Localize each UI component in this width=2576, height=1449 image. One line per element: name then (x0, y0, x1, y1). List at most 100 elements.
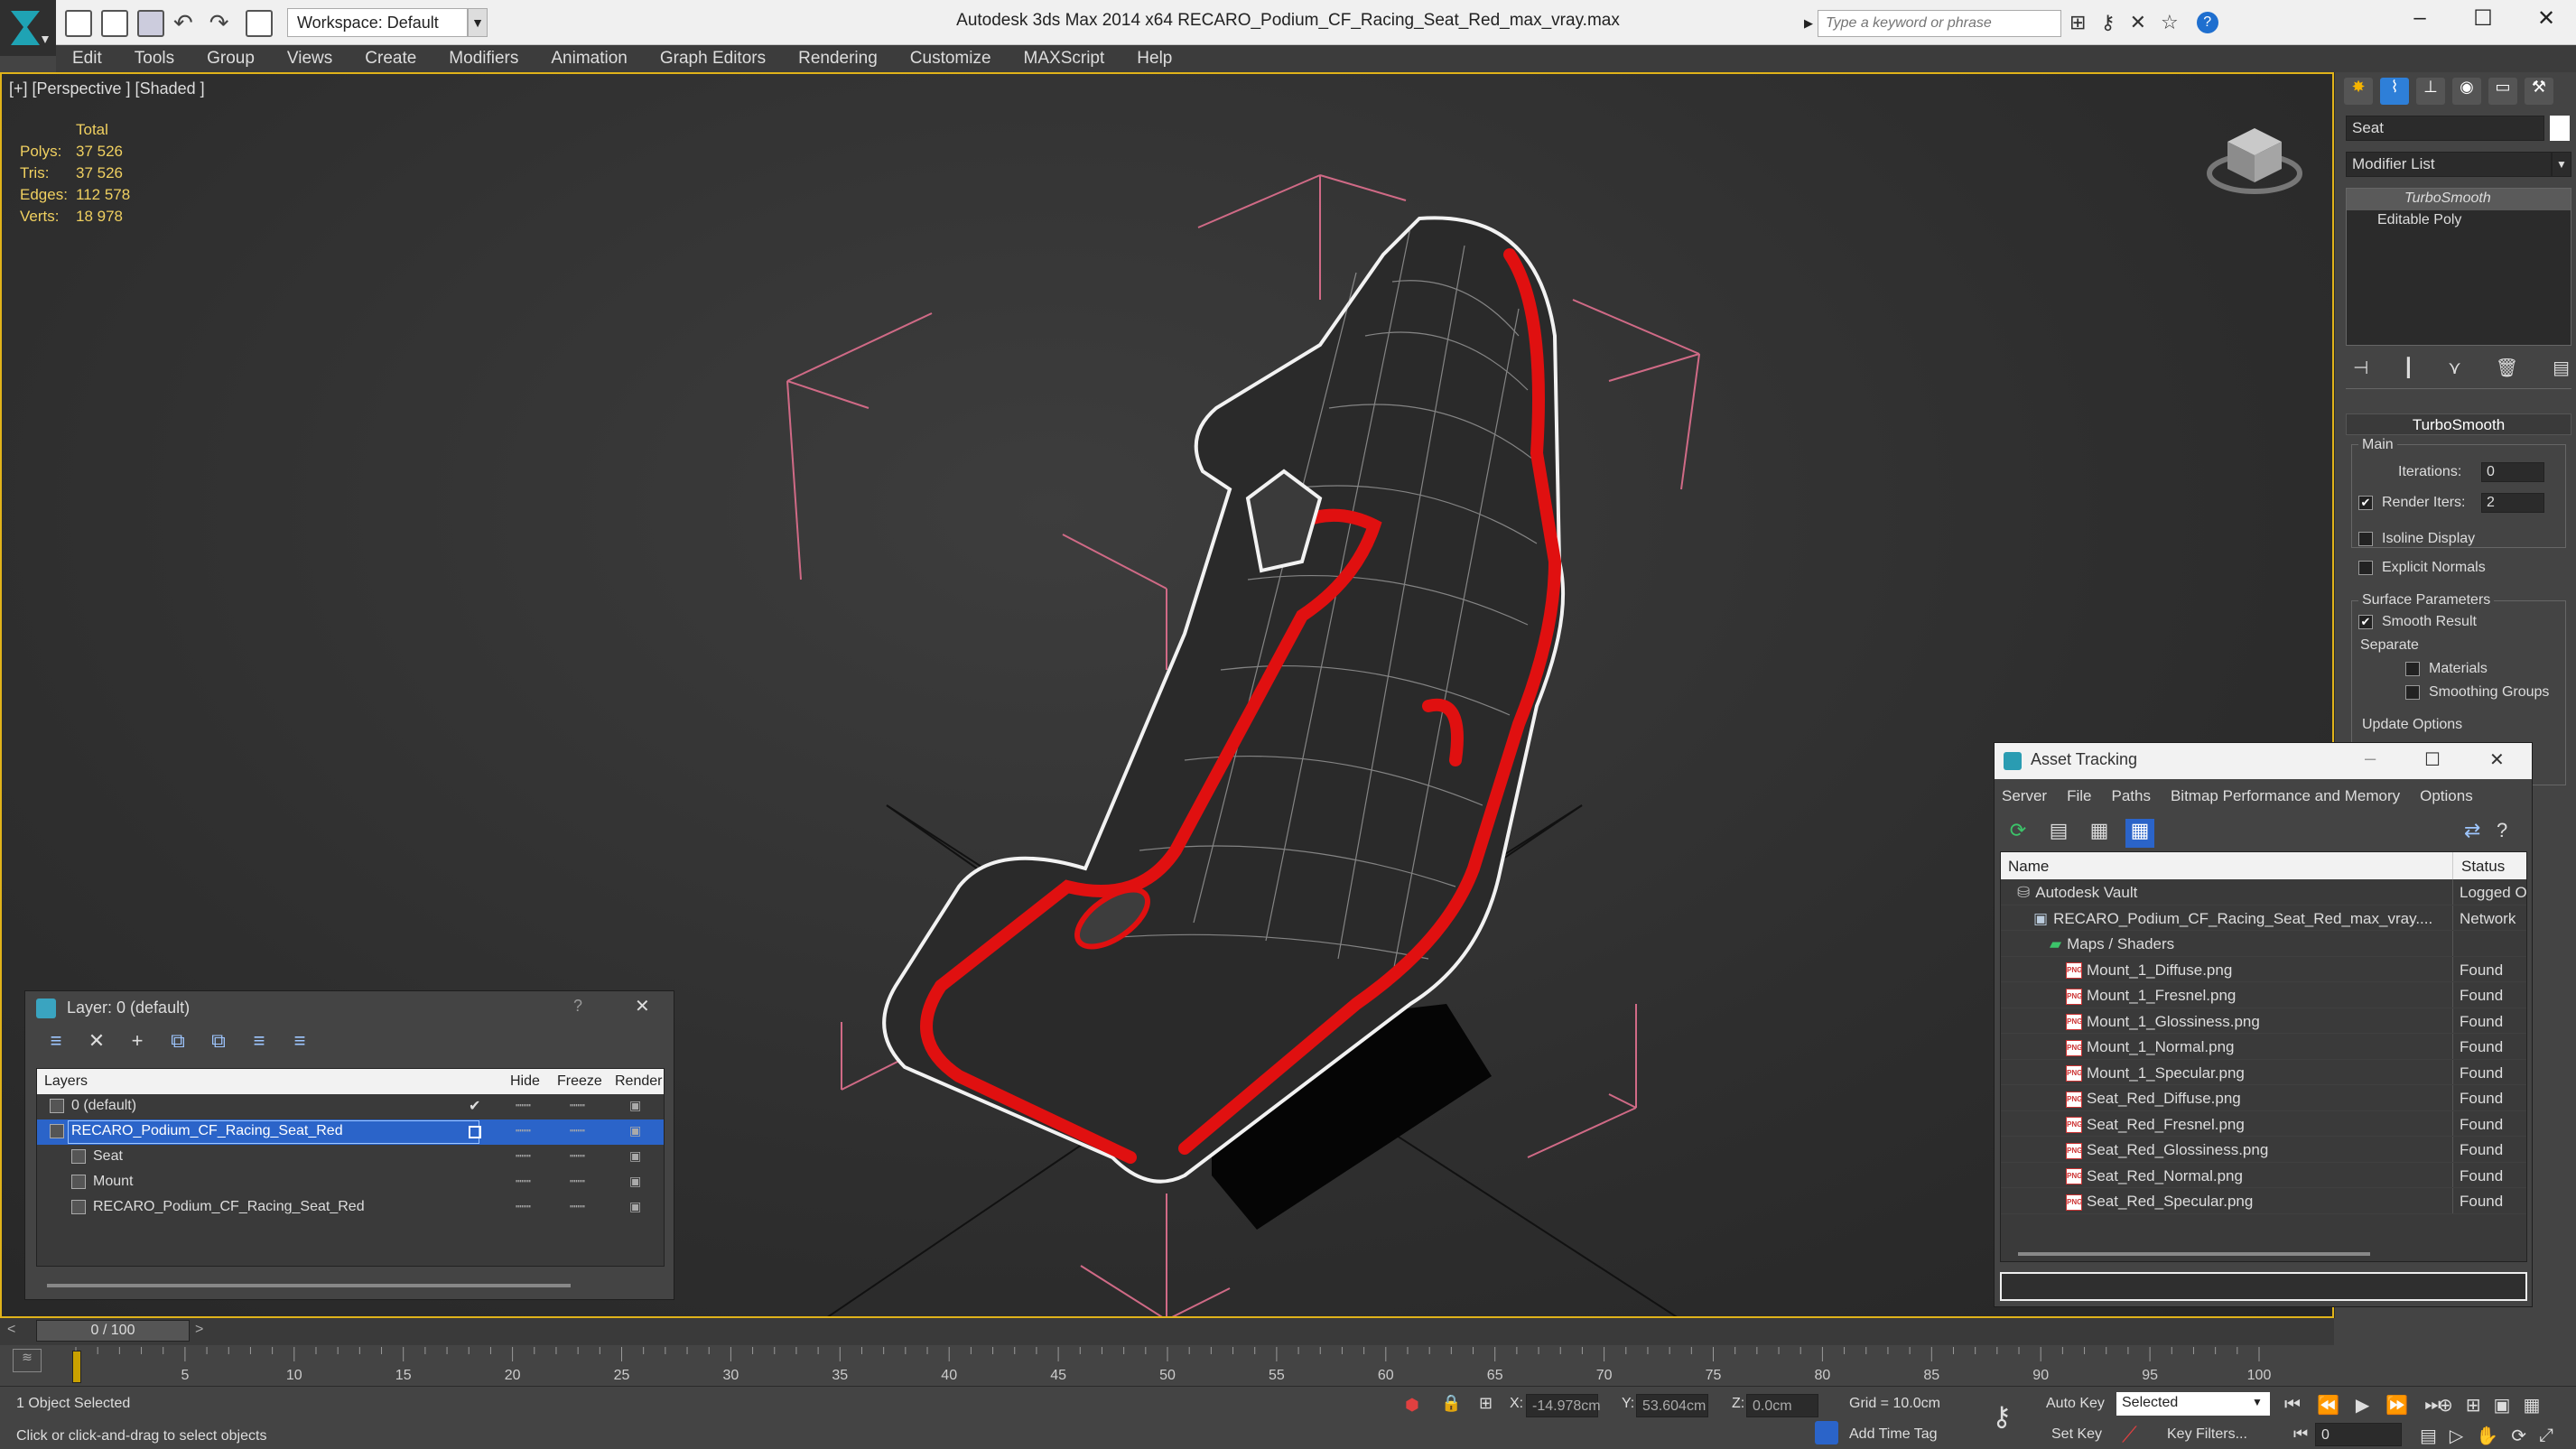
hierarchy-tab-icon[interactable]: ⊥ (2416, 78, 2445, 105)
freeze-toggle[interactable]: ┉┉ (570, 1174, 585, 1189)
render-toggle-icon[interactable]: ▣ (629, 1174, 641, 1189)
asset-row[interactable]: PNG Seat_Red_Diffuse.png Found (2001, 1085, 2526, 1111)
freeze-all-icon[interactable]: ≡ (285, 1029, 314, 1058)
isolate-icon[interactable]: ⬢ (1405, 1396, 1419, 1415)
render-toggle-icon[interactable]: ▣ (629, 1123, 641, 1138)
new-file-icon[interactable] (65, 9, 92, 37)
column-hide[interactable]: Hide (510, 1073, 540, 1090)
add-selection-icon[interactable]: + (123, 1029, 152, 1058)
minimize-button[interactable]: – (2402, 5, 2438, 38)
smoothing-groups-checkbox[interactable] (2405, 684, 2420, 700)
auto-key-button[interactable]: Auto Key (2046, 1396, 2105, 1412)
asset-row[interactable]: PNG Mount_1_Fresnel.png Found (2001, 982, 2526, 1008)
delete-layer-icon[interactable]: ✕ (82, 1029, 111, 1058)
go-to-start-icon[interactable]: ⏮ (2284, 1395, 2301, 1416)
current-layer-check[interactable]: ✔ (469, 1097, 480, 1115)
minimize-button[interactable]: – (2365, 747, 2376, 770)
hide-toggle[interactable]: ┉┉ (516, 1123, 531, 1138)
hide-toggle[interactable]: ┉┉ (516, 1098, 531, 1113)
maximize-button[interactable]: ☐ (2465, 5, 2501, 38)
column-status[interactable]: Status (2461, 858, 2505, 876)
zoom-icon[interactable]: ⊕ (2438, 1394, 2453, 1416)
save-file-icon[interactable] (137, 9, 164, 37)
exchange-icon[interactable]: ✕ (2130, 11, 2146, 34)
open-file-icon[interactable] (101, 9, 128, 37)
key-icon[interactable]: ⚷ (2100, 11, 2115, 34)
refresh-icon[interactable]: ⟳ (2004, 819, 2032, 848)
freeze-toggle[interactable]: ┉┉ (570, 1098, 585, 1113)
asset-row[interactable]: ⛁ Autodesk Vault Logged O (2001, 879, 2526, 906)
time-config-icon[interactable]: ▤ (2420, 1425, 2437, 1447)
current-layer-box[interactable] (469, 1126, 481, 1138)
freeze-toggle[interactable]: ┉┉ (570, 1199, 585, 1214)
remove-modifier-icon[interactable]: 🗑 (2496, 357, 2518, 379)
render-toggle-icon[interactable]: ▣ (629, 1098, 641, 1113)
asset-row[interactable]: PNG Seat_Red_Fresnel.png Found (2001, 1110, 2526, 1137)
close-button[interactable]: ✕ (2528, 5, 2564, 38)
stack-item-turbosmooth[interactable]: TurboSmooth (2347, 189, 2571, 210)
render-toggle-icon[interactable]: ▣ (629, 1148, 641, 1164)
isoline-checkbox[interactable] (2358, 531, 2373, 546)
materials-checkbox[interactable] (2405, 661, 2420, 676)
zoom-extents-all-icon[interactable]: ▦ (2523, 1394, 2540, 1416)
column-layers[interactable]: Layers (44, 1073, 88, 1090)
app-logo-button[interactable] (0, 0, 56, 56)
asset-row[interactable]: ▰ Maps / Shaders (2001, 931, 2526, 957)
modifier-list-select[interactable]: Modifier List (2346, 152, 2552, 177)
menu-animation[interactable]: Animation (535, 49, 644, 69)
select-objects-icon[interactable]: ⧉ (163, 1029, 192, 1058)
configure-sets-icon[interactable]: ▤ (2553, 357, 2570, 379)
menu-create[interactable]: Create (349, 49, 432, 69)
menu-paths[interactable]: Paths (2111, 787, 2150, 805)
star-icon[interactable]: ☆ (2161, 11, 2179, 34)
menu-group[interactable]: Group (191, 49, 271, 69)
menu-edit[interactable]: Edit (56, 49, 118, 69)
asset-row[interactable]: ▣ RECARO_Podium_CF_Racing_Seat_Red_max_vr… (2001, 905, 2526, 931)
set-key-button[interactable]: Set Key (2051, 1426, 2102, 1443)
freeze-toggle[interactable]: ┉┉ (570, 1123, 585, 1138)
previous-frame-icon[interactable]: ⏪ (2317, 1394, 2339, 1416)
connect-icon[interactable]: ⇄ (2464, 819, 2480, 842)
iterations-spinner[interactable]: 0 (2481, 462, 2544, 482)
layer-name-edit-box[interactable] (68, 1120, 479, 1144)
next-frame-icon[interactable]: ⏩ (2385, 1394, 2408, 1416)
workspace-select[interactable]: Workspace: Default (287, 8, 468, 37)
layer-row[interactable]: RECARO_Podium_CF_Racing_Seat_Red ┉┉ ┉┉ ▣ (37, 1195, 664, 1221)
menu-bitmap-performance[interactable]: Bitmap Performance and Memory (2171, 787, 2400, 805)
layer-row[interactable]: Seat ┉┉ ┉┉ ▣ (37, 1145, 664, 1170)
menu-server[interactable]: Server (2002, 787, 2047, 805)
thumbnail-view-icon[interactable]: ▦ (2085, 819, 2114, 848)
asset-row[interactable]: PNG Seat_Red_Normal.png Found (2001, 1162, 2526, 1188)
stack-item-editable-poly[interactable]: Editable Poly (2347, 210, 2571, 232)
undo-icon[interactable]: ↶ (173, 9, 193, 37)
pin-stack-icon[interactable]: ⊣ (2353, 357, 2368, 379)
chevron-down-icon[interactable]: ▼ (468, 8, 488, 37)
render-toggle-icon[interactable]: ▣ (629, 1199, 641, 1214)
utilities-tab-icon[interactable]: ⚒ (2525, 78, 2553, 105)
maximize-button[interactable]: ☐ (2424, 748, 2441, 771)
object-color-swatch[interactable] (2550, 116, 2570, 141)
menu-maxscript[interactable]: MAXScript (1008, 49, 1121, 69)
current-frame-field[interactable]: 0 (2315, 1423, 2402, 1446)
show-end-result-icon[interactable]: ┃ (2403, 357, 2413, 379)
list-view-icon[interactable]: ▤ (2044, 819, 2073, 848)
next-frame-icon[interactable]: > (195, 1322, 203, 1338)
key-icon[interactable]: ⚷ (1992, 1401, 2012, 1433)
menu-graph-editors[interactable]: Graph Editors (644, 49, 782, 69)
table-view-icon[interactable]: ▦ (2125, 819, 2154, 848)
hide-toggle[interactable]: ┉┉ (516, 1174, 531, 1189)
key-mode-toggle-icon[interactable]: ⏮ (2293, 1425, 2308, 1444)
lock-icon[interactable]: 🔒 (1441, 1394, 1461, 1413)
add-time-tag[interactable]: Add Time Tag (1849, 1426, 1938, 1443)
column-freeze[interactable]: Freeze (557, 1073, 602, 1090)
close-button[interactable]: ✕ (635, 995, 650, 1017)
asset-row[interactable]: PNG Mount_1_Glossiness.png Found (2001, 1008, 2526, 1034)
asset-path-field[interactable] (2000, 1272, 2527, 1301)
column-render[interactable]: Render (615, 1073, 662, 1090)
explicit-normals-checkbox[interactable] (2358, 560, 2373, 575)
time-slider-thumb[interactable]: 0 / 100 (36, 1320, 190, 1342)
hide-toggle[interactable]: ┉┉ (516, 1199, 531, 1214)
chevron-down-icon[interactable]: ▼ (2552, 152, 2571, 177)
horizontal-scrollbar[interactable] (47, 1284, 571, 1287)
orbit-icon[interactable]: ⟳ (2511, 1425, 2526, 1447)
